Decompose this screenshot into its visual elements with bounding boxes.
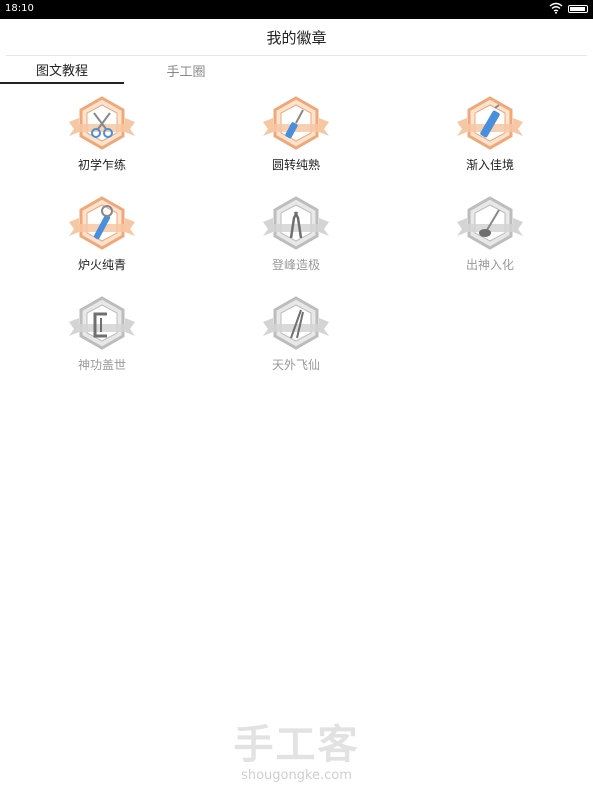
tab-tutorials[interactable]: 图文教程 <box>0 56 124 84</box>
badge-emblem <box>261 196 331 254</box>
badge-label: 圆转纯熟 <box>271 158 320 172</box>
badge-item[interactable]: 神功盖世 <box>52 296 152 386</box>
page-header: 我的徽章 <box>6 19 587 56</box>
page-title: 我的徽章 <box>266 28 327 47</box>
wifi-icon <box>549 2 563 17</box>
badge-item[interactable]: 初学乍练 <box>52 96 152 186</box>
tab-bar: 图文教程 手工圈 <box>0 56 593 84</box>
badge-emblem <box>261 96 331 154</box>
badge-emblem <box>67 296 137 354</box>
badge-label: 神功盖世 <box>77 358 126 372</box>
badge-label: 登峰造极 <box>271 258 320 272</box>
watermark-cn: 手工客 <box>233 722 360 768</box>
status-time: 18:10 <box>5 3 34 14</box>
badge-emblem <box>455 196 525 254</box>
watermark-logo: 手工客 shougongke.com <box>0 712 593 783</box>
badge-item[interactable]: 圆转纯熟 <box>246 96 346 186</box>
badge-label: 出神入化 <box>465 258 514 272</box>
badge-label: 炉火纯青 <box>77 258 126 272</box>
badge-label: 初学乍练 <box>77 158 126 172</box>
badge-emblem <box>67 196 137 254</box>
watermark-url: shougongke.com <box>241 768 352 783</box>
badge-item[interactable]: 出神入化 <box>440 196 540 286</box>
badge-label: 渐入佳境 <box>465 158 514 172</box>
badge-label: 天外飞仙 <box>271 358 320 372</box>
tab-handcraft-circle[interactable]: 手工圈 <box>124 56 248 84</box>
battery-icon <box>568 5 588 13</box>
badge-item[interactable]: 炉火纯青 <box>52 196 152 286</box>
badge-emblem <box>67 96 137 154</box>
badge-item[interactable]: 天外飞仙 <box>246 296 346 386</box>
badge-emblem <box>455 96 525 154</box>
badge-item[interactable]: 渐入佳境 <box>440 96 540 186</box>
badge-item[interactable]: 登峰造极 <box>246 196 346 286</box>
badge-emblem <box>261 296 331 354</box>
status-bar: 18:10 <box>0 0 593 19</box>
